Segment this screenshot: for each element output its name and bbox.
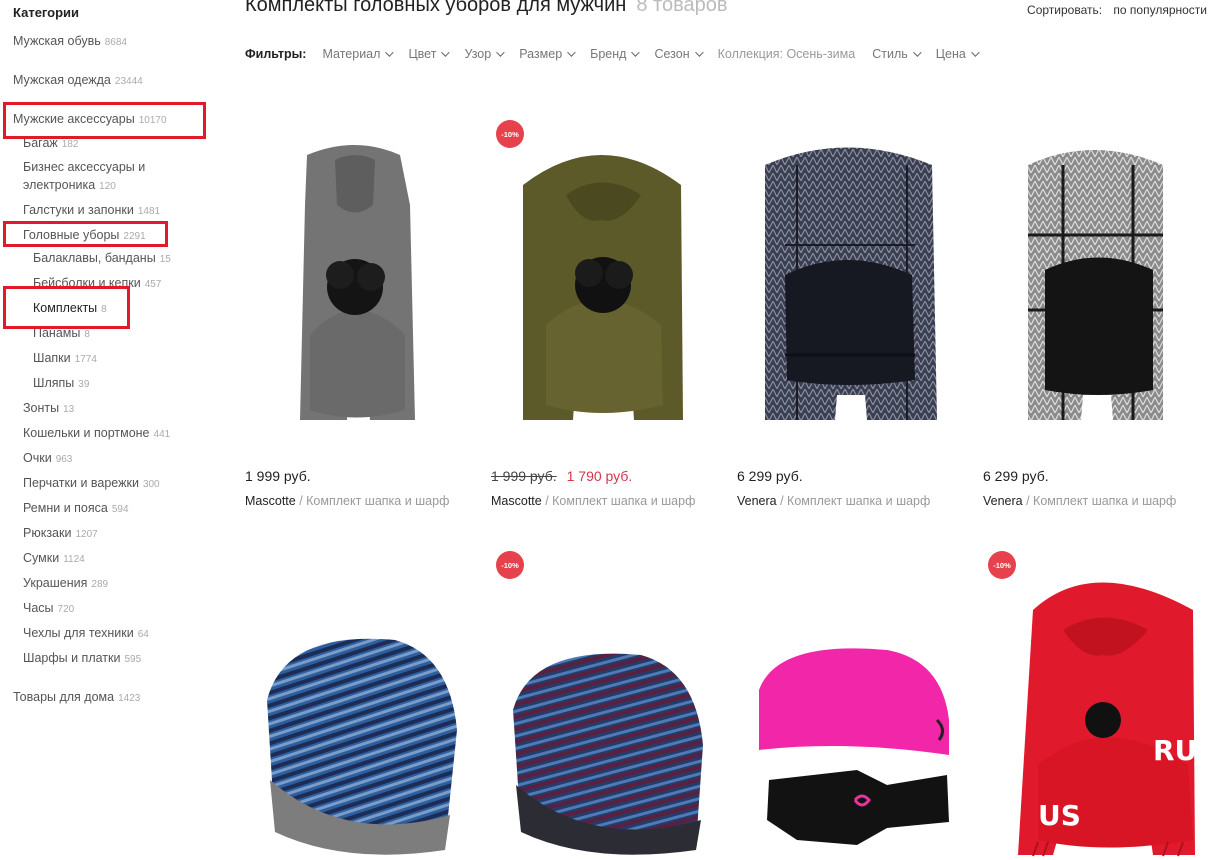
- product-price: 6 299 руб.: [983, 468, 1049, 484]
- product-image-grey-check-set[interactable]: [983, 125, 1213, 425]
- sort-select[interactable]: по популярности: [1113, 3, 1207, 17]
- product-image-pink-beanie-gloves[interactable]: [737, 560, 967, 860]
- category-business-accessories[interactable]: Бизнес аксессуары и электроника 120: [23, 158, 193, 196]
- category-umbrellas[interactable]: Зонты 13: [23, 399, 74, 419]
- product-image-dark-striped-beanie[interactable]: [491, 560, 721, 860]
- filters-label: Фильтры:: [245, 47, 307, 61]
- category-panamas[interactable]: Панамы 8: [33, 324, 90, 344]
- chevron-down-icon: [496, 48, 505, 57]
- chevron-down-icon: [441, 48, 451, 57]
- filter-season[interactable]: Сезон: [654, 47, 704, 61]
- categories-title: Категории: [13, 5, 80, 20]
- filter-collection: Коллекция: Осень-зима: [717, 47, 856, 61]
- chevron-down-icon: [970, 48, 980, 57]
- category-device-cases[interactable]: Чехлы для техники 64: [23, 624, 149, 644]
- category-backpacks[interactable]: Рюкзаки 1207: [23, 524, 98, 544]
- product-brand[interactable]: Mascotte: [245, 494, 296, 508]
- chevron-down-icon: [385, 48, 395, 57]
- sort-label: Сортировать:: [1027, 3, 1103, 17]
- discount-badge: -10%: [988, 551, 1016, 579]
- category-home[interactable]: Товары для дома 1423: [13, 688, 140, 708]
- filter-style[interactable]: Стиль: [872, 47, 922, 61]
- chevron-down-icon: [694, 48, 704, 57]
- category-ties-cufflinks[interactable]: Галстуки и запонки 1481: [23, 201, 160, 221]
- product-image-navy-set[interactable]: [737, 125, 967, 425]
- product-image-red-set[interactable]: US RU: [983, 560, 1213, 860]
- sale-price: 1 790 руб.: [566, 468, 633, 484]
- product-meta: Mascotte / Комплект шапка и шарф: [245, 494, 449, 508]
- category-mens-clothing[interactable]: Мужская одежда 23444: [13, 71, 143, 91]
- product-brand[interactable]: Venera: [983, 494, 1023, 508]
- product-price: 6 299 руб.: [737, 468, 803, 484]
- category-hats[interactable]: Шляпы 39: [33, 374, 89, 394]
- product-image-grey-set[interactable]: [245, 125, 475, 425]
- old-price: 1 999 руб.: [491, 468, 557, 484]
- category-caps[interactable]: Бейсболки и кепки 457: [33, 274, 161, 294]
- category-belts[interactable]: Ремни и пояса 594: [23, 499, 129, 519]
- filter-pattern[interactable]: Узор: [464, 47, 505, 61]
- discount-badge: -10%: [496, 120, 524, 148]
- product-desc: / Комплект шапка и шарф: [541, 494, 696, 508]
- filter-material[interactable]: Материал: [322, 47, 395, 61]
- product-desc: / Комплект шапка и шарф: [776, 494, 931, 508]
- category-sets[interactable]: Комплекты 8: [33, 299, 107, 319]
- category-sidebar: Категории Мужская обувь 8684 Мужская одеж…: [0, 0, 225, 860]
- product-image-olive-set[interactable]: [491, 125, 721, 425]
- product-desc: / Комплект шапка и шарф: [1022, 494, 1177, 508]
- chevron-down-icon: [631, 48, 641, 57]
- product-price: 1 999 руб. 1 790 руб.: [491, 468, 632, 484]
- category-mens-shoes[interactable]: Мужская обувь 8684: [13, 32, 127, 52]
- product-image-blue-striped-beanie[interactable]: [245, 560, 475, 860]
- filter-brand[interactable]: Бренд: [590, 47, 641, 61]
- product-meta: Venera / Комплект шапка и шарф: [983, 494, 1176, 508]
- product-meta: Venera / Комплект шапка и шарф: [737, 494, 930, 508]
- filter-color[interactable]: Цвет: [408, 47, 451, 61]
- svg-text:US: US: [1038, 799, 1081, 832]
- category-headwear[interactable]: Головные уборы 2291: [23, 226, 146, 246]
- category-beanies[interactable]: Шапки 1774: [33, 349, 97, 369]
- product-count: 8 товаров: [636, 0, 728, 16]
- category-watches[interactable]: Часы 720: [23, 599, 74, 619]
- category-glasses[interactable]: Очки 963: [23, 449, 72, 469]
- product-meta: Mascotte / Комплект шапка и шарф: [491, 494, 695, 508]
- product-price: 1 999 руб.: [245, 468, 311, 484]
- filter-size[interactable]: Размер: [519, 47, 576, 61]
- category-wallets[interactable]: Кошельки и портмоне 441: [23, 424, 170, 444]
- chevron-down-icon: [567, 48, 576, 57]
- product-brand[interactable]: Mascotte: [491, 494, 542, 508]
- chevron-down-icon: [912, 48, 922, 57]
- product-desc: / Комплект шапка и шарф: [295, 494, 450, 508]
- svg-text:RU: RU: [1153, 734, 1197, 767]
- category-luggage[interactable]: Багаж 182: [23, 134, 78, 154]
- filter-bar: Фильтры: Материал Цвет Узор Размер Бренд…: [245, 47, 994, 61]
- product-brand[interactable]: Venera: [737, 494, 777, 508]
- category-mens-accessories[interactable]: Мужские аксессуары 10170: [13, 110, 167, 130]
- page-title: Комплекты головных уборов для мужчин 8 то…: [245, 0, 727, 17]
- sort-control: Сортировать: по популярности: [1027, 3, 1207, 17]
- category-balaclavas[interactable]: Балаклавы, банданы 15: [33, 249, 171, 269]
- filter-price[interactable]: Цена: [936, 47, 980, 61]
- category-bags[interactable]: Сумки 1124: [23, 549, 85, 569]
- category-jewelry[interactable]: Украшения 289: [23, 574, 108, 594]
- category-scarves[interactable]: Шарфы и платки 595: [23, 649, 141, 669]
- category-gloves[interactable]: Перчатки и варежки 300: [23, 474, 160, 494]
- discount-badge: -10%: [496, 551, 524, 579]
